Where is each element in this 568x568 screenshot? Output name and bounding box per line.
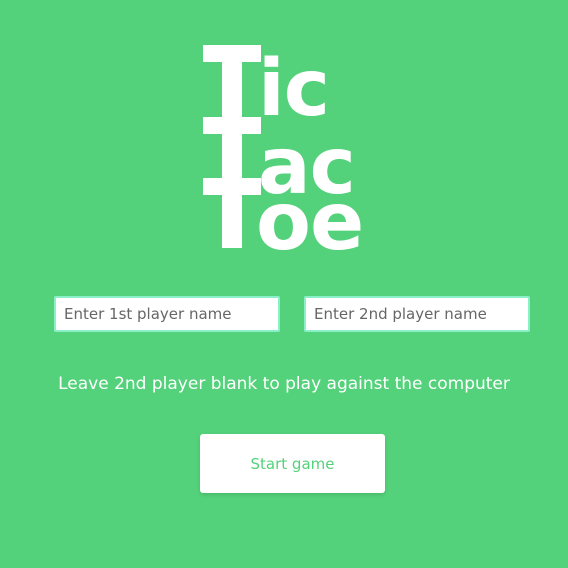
logo-line-toe: oe <box>256 175 364 268</box>
logo-t-bar-2 <box>203 117 261 134</box>
logo-t-bar-3 <box>203 178 261 195</box>
logo-t-stem <box>222 45 242 248</box>
logo-t-bar-1 <box>203 45 261 62</box>
computer-opponent-hint: Leave 2nd player blank to play against t… <box>58 374 510 394</box>
player1-name-input[interactable] <box>54 296 280 332</box>
player2-name-input[interactable] <box>304 296 530 332</box>
start-game-button[interactable]: Start game <box>200 434 385 493</box>
tic-tac-toe-logo: ic ac oe <box>0 0 568 268</box>
logo-line-tic: ic <box>258 44 330 134</box>
